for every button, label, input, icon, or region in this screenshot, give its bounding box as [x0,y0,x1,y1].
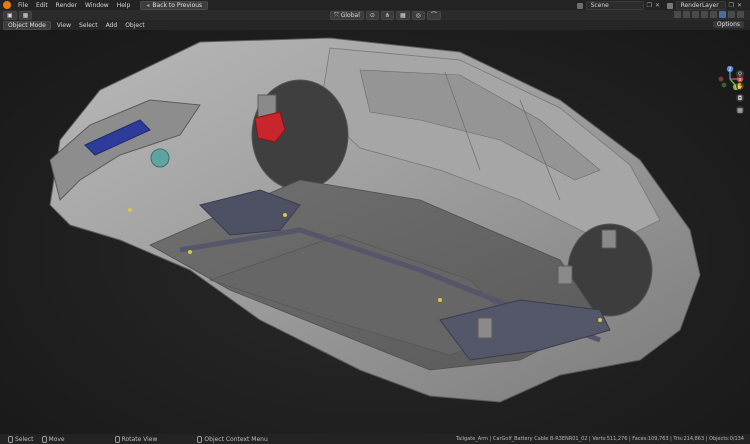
visibility-icon[interactable] [674,11,681,18]
menu-add[interactable]: Add [104,22,120,29]
snap-icon[interactable]: ⋔ [380,11,394,20]
select-mode-icon[interactable]: ▦ [18,11,33,20]
proportional-edit-icon[interactable]: ◎ [411,11,425,20]
orientation-icon: ⤧ [334,12,339,19]
status-rotate-label: Rotate View [121,435,158,443]
editor-type-icon[interactable]: ▣ [3,11,17,20]
overlay-toggle-icon[interactable] [692,11,699,18]
snap-target-icon[interactable]: ▦ [395,11,410,20]
3d-viewport[interactable]: X Z Y ⚲ ✋ ◘ ▦ [0,30,750,434]
grid-view-icon[interactable]: ▦ [736,106,744,114]
view-layer-copy-icon[interactable]: ❐ [729,2,734,9]
pan-hand-icon[interactable]: ✋ [736,82,744,90]
view-layer-icon[interactable] [666,2,673,9]
back-to-previous-label: Back to Previous [152,1,203,9]
status-move: Move [41,435,65,443]
blender-logo-icon[interactable] [3,1,11,9]
transform-tools: ⤧ Global ⊙ ⋔ ▦ ◎ ⌒ [330,11,441,20]
view-layer-field[interactable]: RenderLayer [675,1,726,10]
menu-select[interactable]: Select [77,22,100,29]
scene-icon[interactable] [576,2,583,9]
menu-render[interactable]: Render [52,2,81,9]
scene-selector: Scene ❐ ✕ [576,1,660,10]
scene-statistics: Tailgate_Arm | CarGolf_Battery Cable B-R… [455,436,744,442]
middle-mouse-icon [41,435,47,443]
left-mouse-icon [8,435,13,443]
menu-view[interactable]: View [55,22,73,29]
wireframe-shading-icon[interactable] [710,11,717,18]
rendered-shading-icon[interactable] [737,11,744,18]
car-underside-render [49,37,701,403]
scene-copy-icon[interactable]: ❐ [647,2,652,9]
viewport-header: ▣ ▦ ⤧ Global ⊙ ⋔ ▦ ◎ ⌒ [0,10,750,20]
right-mouse-icon [197,435,203,443]
view-layer-selector: RenderLayer ❐ ✕ [666,1,742,10]
material-shading-icon[interactable] [728,11,735,18]
scene-close-icon[interactable]: ✕ [655,2,660,9]
editor-type-group: ▣ ▦ [3,11,33,20]
status-bar: Select Move Rotate View Object Context M… [0,434,750,444]
top-bar: File Edit Render Window Help ◂ Back to P… [0,0,750,10]
menu-window[interactable]: Window [81,2,113,9]
status-select: Select [8,435,34,443]
view-layer-close-icon[interactable]: ✕ [737,2,742,9]
status-select-label: Select [15,435,34,443]
status-rotate: Rotate View [114,435,158,443]
menu-file[interactable]: File [14,2,32,9]
gizmo-z-label: Z [729,67,732,72]
options-dropdown[interactable]: Options [712,21,744,28]
transform-orientation-dropdown[interactable]: ⤧ Global [330,11,364,20]
status-move-label: Move [48,435,65,443]
falloff-icon[interactable]: ⌒ [426,11,441,20]
gizmo-toggle-icon[interactable] [683,11,690,18]
status-context-label: Object Context Menu [204,435,268,443]
mouse-drag-icon [114,435,120,443]
shading-controls [674,11,744,18]
menu-help[interactable]: Help [113,2,135,9]
main-menu: File Edit Render Window Help [14,0,134,10]
status-context: Object Context Menu [197,435,268,443]
scene-field[interactable]: Scene [585,1,644,10]
object-mode-header: Object Mode View Select Add Object Optio… [0,20,750,30]
orientation-label: Global [340,12,360,19]
xray-toggle-icon[interactable] [701,11,708,18]
camera-view-icon[interactable]: ◘ [736,94,744,102]
mode-dropdown[interactable]: Object Mode [3,21,51,30]
mode-menu-group: Object Mode View Select Add Object [3,21,147,30]
menu-object[interactable]: Object [123,22,147,29]
back-to-previous-button[interactable]: ◂ Back to Previous [140,0,209,10]
menu-edit[interactable]: Edit [32,2,52,9]
back-arrow-icon: ◂ [146,1,150,9]
pivot-point-icon[interactable]: ⊙ [365,11,379,20]
solid-shading-icon[interactable] [719,11,726,18]
zoom-icon[interactable]: ⚲ [736,70,744,78]
